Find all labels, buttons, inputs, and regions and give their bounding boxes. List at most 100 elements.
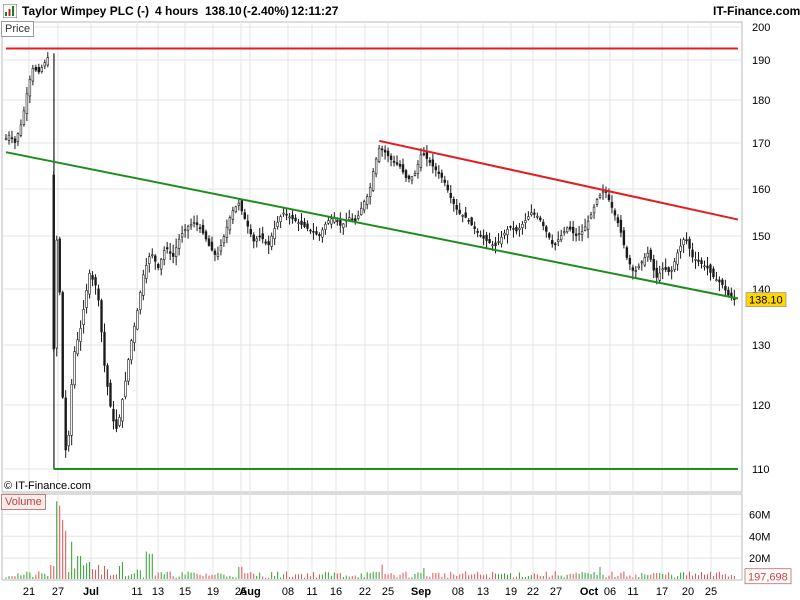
candle (670, 269, 673, 272)
candle (703, 265, 706, 268)
candle (709, 264, 712, 273)
candle (377, 148, 381, 162)
candle (521, 223, 524, 229)
time-tick-label: 22 (359, 586, 371, 598)
candle (658, 272, 661, 281)
candle (37, 67, 41, 73)
candle (213, 250, 217, 255)
candle (97, 288, 100, 301)
candle (404, 170, 408, 178)
time-tick-label: 19 (505, 586, 517, 598)
candle (124, 380, 127, 397)
candle (577, 233, 581, 235)
candle (55, 239, 58, 349)
candle (530, 212, 533, 216)
candle (264, 241, 267, 244)
candle (524, 220, 527, 223)
candle (76, 339, 79, 355)
candle (688, 238, 691, 249)
candle (321, 229, 324, 238)
candle (536, 215, 539, 218)
candle (691, 249, 694, 258)
candle (43, 62, 47, 67)
volume-panel-label: Volume (1, 494, 46, 510)
candle (198, 227, 202, 229)
candle (560, 235, 563, 241)
time-tick-label: 11 (627, 586, 638, 598)
candle (318, 234, 321, 237)
candle (61, 292, 64, 398)
candle (458, 209, 461, 214)
candle (177, 238, 181, 249)
candle (365, 196, 369, 205)
candle (13, 138, 17, 143)
candle (494, 242, 497, 247)
candle (258, 235, 261, 238)
candle (222, 236, 226, 244)
candle (121, 399, 124, 422)
candle (497, 241, 500, 243)
candle (127, 359, 130, 382)
candle (464, 212, 467, 218)
candle (583, 226, 587, 231)
volume-tick-label: 60M (749, 509, 770, 521)
candle (700, 260, 703, 264)
candle (419, 154, 423, 168)
candle (485, 234, 488, 241)
candle (598, 194, 602, 198)
candle (527, 216, 530, 220)
candle (479, 234, 482, 237)
candle (270, 235, 273, 247)
candle (706, 265, 709, 269)
candle (461, 214, 464, 217)
candle (207, 238, 211, 246)
candle (539, 217, 542, 221)
candle (425, 151, 429, 159)
candle (115, 419, 118, 429)
candle (351, 218, 354, 221)
time-tick-label: 27 (52, 586, 64, 598)
candle (664, 267, 667, 270)
price-tick-label: 180 (752, 95, 770, 107)
candle (551, 240, 554, 245)
candle (380, 148, 384, 151)
volume-tick-label: 20M (749, 553, 770, 565)
candle (685, 239, 688, 241)
candle (721, 279, 724, 285)
volume-plot-area (1, 493, 743, 581)
candle (112, 408, 115, 422)
candle (139, 292, 142, 310)
time-tick-label: 20 (682, 586, 694, 598)
candle (557, 239, 560, 242)
candle (210, 241, 214, 251)
candle (174, 247, 178, 258)
candle (655, 267, 658, 278)
price-chart-svg[interactable]: 11012013014015016017018019020021 27 Jul 11 1… (0, 0, 800, 600)
candle (395, 162, 399, 165)
candle (154, 255, 157, 262)
time-tick-label: 08 (452, 586, 464, 598)
time-tick-label: 27 (550, 586, 562, 598)
candle (673, 261, 676, 270)
candle (133, 325, 136, 343)
price-tick-label: 130 (752, 340, 770, 352)
candle (697, 259, 700, 262)
price-tick-label: 170 (752, 138, 770, 150)
candle (171, 252, 175, 257)
candle (103, 332, 106, 366)
candle (7, 134, 11, 141)
candle (255, 238, 258, 242)
candle (19, 124, 23, 136)
candle (554, 243, 557, 246)
candle (252, 234, 255, 242)
candle (568, 226, 572, 230)
candle (16, 133, 20, 142)
candle (201, 225, 205, 234)
candle (279, 216, 282, 222)
candle (503, 232, 506, 236)
candle (148, 256, 151, 264)
candle (488, 238, 491, 243)
candle (151, 254, 154, 257)
candle (324, 223, 327, 230)
candle (565, 227, 569, 233)
